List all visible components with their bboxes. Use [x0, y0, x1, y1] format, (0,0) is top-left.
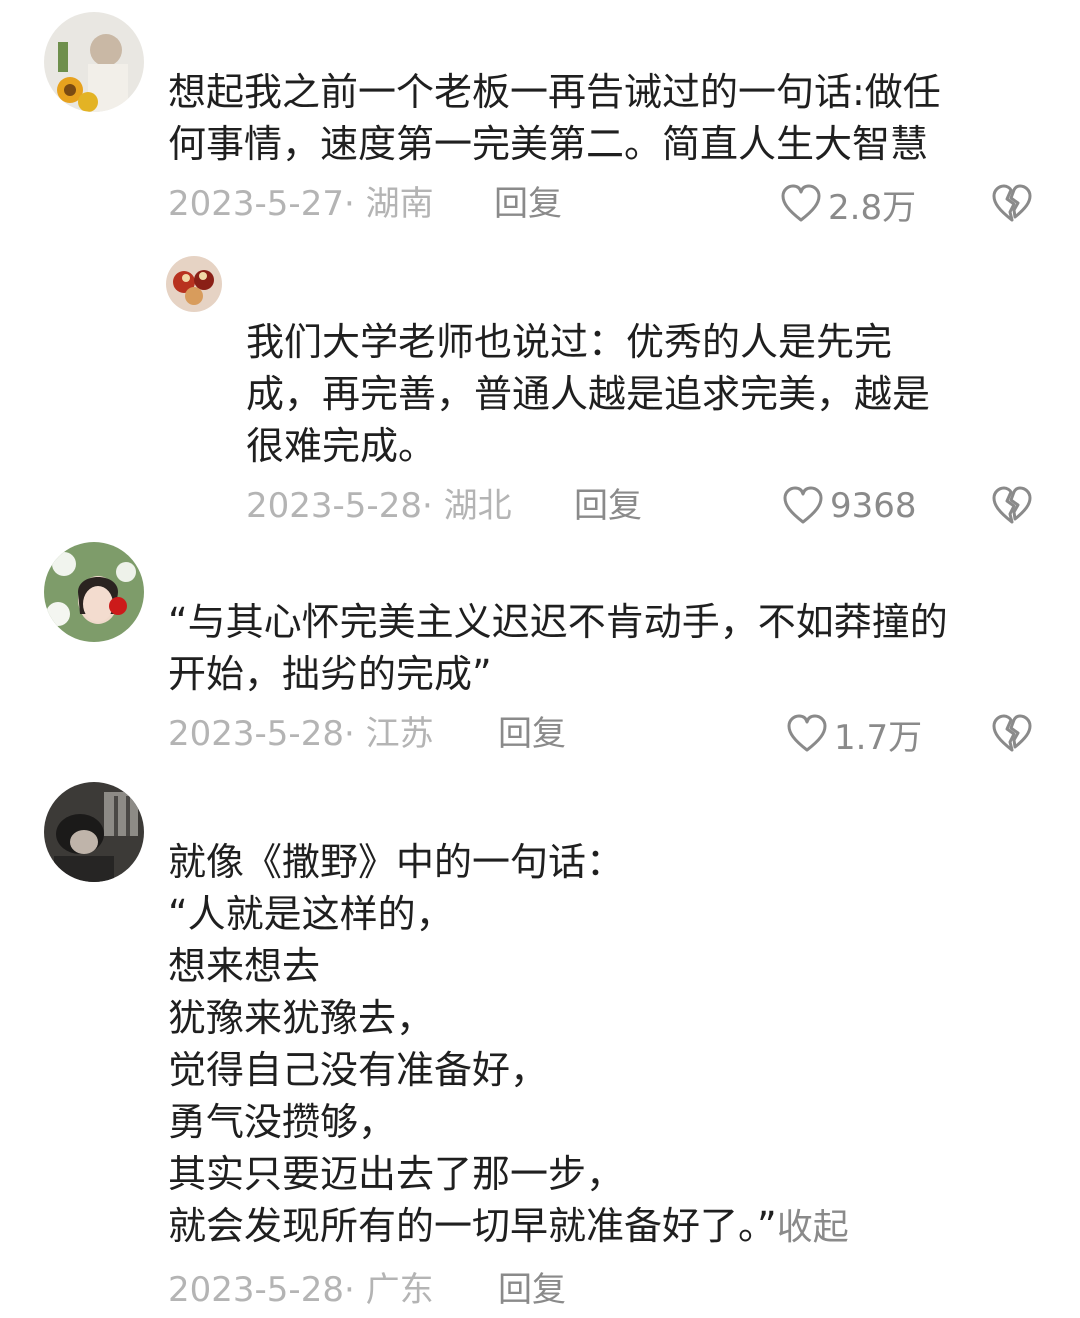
reply-button[interactable]: 回复: [574, 486, 642, 526]
broken-heart-icon: [992, 486, 1032, 524]
broken-heart-icon: [992, 184, 1032, 222]
avatar[interactable]: [166, 256, 222, 312]
heart-outline-icon: [781, 184, 821, 222]
reply-button[interactable]: 回复: [498, 714, 566, 754]
dislike-button[interactable]: [990, 484, 1034, 528]
comment-body: 就像《撒野》中的一句话： “人就是这样的， 想来想去 犹豫来犹豫去， 觉得自己没…: [168, 840, 777, 1248]
dislike-button[interactable]: [990, 712, 1034, 756]
comment-text: 我们大学老师也说过：优秀的人是先完 成，再完善，普通人越是追求完美，越是 很难完…: [246, 320, 931, 468]
comment-date-location: 2023-5-28· 江苏: [168, 714, 434, 754]
avatar[interactable]: [44, 542, 144, 642]
comment-text: “与其心怀完美主义迟迟不肯动手，不如莽撞的 开始，拙劣的完成”: [168, 600, 948, 696]
heart-outline-icon: [783, 486, 823, 524]
like-button[interactable]: 1.7万: [786, 712, 923, 758]
dislike-button[interactable]: [990, 182, 1034, 226]
broken-heart-icon: [992, 714, 1032, 752]
reply-button[interactable]: 回复: [498, 1270, 566, 1310]
heart-outline-icon: [787, 714, 827, 752]
like-button[interactable]: 9368: [782, 484, 917, 528]
collapse-button[interactable]: 收起: [777, 1207, 849, 1248]
comment-date-location: 2023-5-28· 广东: [168, 1270, 434, 1310]
like-count: 1.7万: [834, 717, 923, 758]
like-count: 2.8万: [828, 187, 917, 228]
reply-button[interactable]: 回复: [494, 184, 562, 224]
avatar[interactable]: [44, 12, 144, 112]
avatar[interactable]: [44, 782, 144, 882]
comment-date-location: 2023-5-28· 湖北: [246, 486, 512, 526]
like-count: 9368: [830, 486, 917, 526]
comment-text: 就像《撒野》中的一句话： “人就是这样的， 想来想去 犹豫来犹豫去， 觉得自己没…: [168, 836, 849, 1254]
like-button[interactable]: 2.8万: [780, 182, 917, 228]
comment-text: 想起我之前一个老板一再告诫过的一句话:做任 何事情，速度第一完美第二。简直人生大…: [168, 70, 941, 166]
comment-date-location: 2023-5-27· 湖南: [168, 184, 434, 224]
